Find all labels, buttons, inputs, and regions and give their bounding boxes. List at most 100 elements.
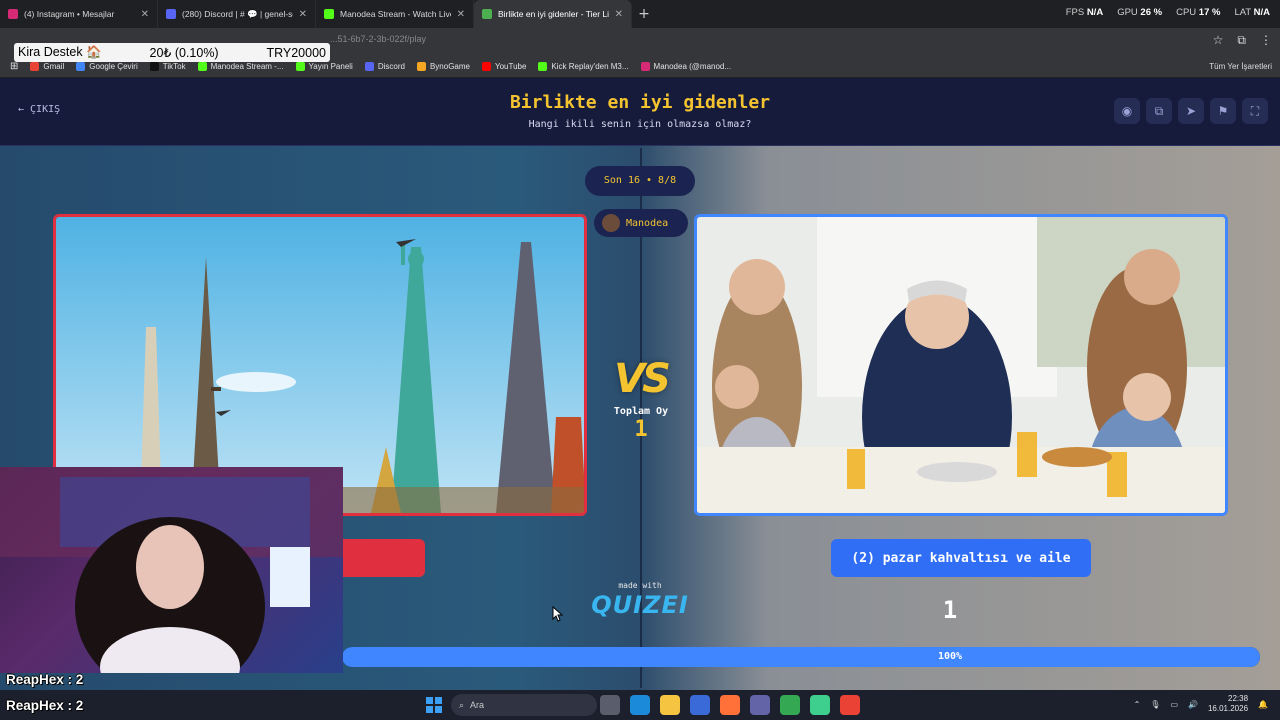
kick-icon (197, 62, 207, 71)
instagram-icon (640, 62, 650, 71)
firefox-icon[interactable] (720, 695, 740, 715)
discord-icon (166, 9, 176, 19)
new-tab-button[interactable]: + (632, 6, 656, 22)
option-card-right[interactable] (694, 214, 1228, 516)
bookmark-youtube[interactable]: YouTube (481, 62, 526, 71)
lat-value: N/A (1253, 7, 1270, 18)
cpu-value: 17 % (1198, 7, 1221, 18)
fps-value: N/A (1086, 7, 1104, 18)
teams-icon[interactable] (750, 695, 770, 715)
all-bookmarks[interactable]: Tüm Yer İşaretleri (1209, 62, 1272, 71)
network-icon[interactable]: ▭ (1170, 700, 1178, 709)
store-icon[interactable] (690, 695, 710, 715)
avatar (602, 214, 620, 232)
notifications-icon[interactable]: 🔔 (1258, 700, 1268, 709)
flag-icon[interactable]: ⚑ (1210, 98, 1236, 124)
clock-time: 22:38 (1228, 694, 1249, 703)
bynogame-icon (416, 62, 426, 71)
tab-discord[interactable]: (280) Discord | # 💬 | genel-soh ✕ (158, 0, 316, 28)
donation-goal: TRY20000 (266, 45, 326, 60)
microphone-icon[interactable]: 🎙 (1150, 700, 1160, 709)
page-subtitle: Hangi ikili senin için olmazsa olmaz? (528, 119, 752, 130)
kick-icon (538, 62, 548, 71)
round-indicator: Son 16 • 8/8 (585, 166, 695, 196)
close-icon[interactable]: ✕ (457, 9, 465, 20)
extensions-icon[interactable]: ⧉ (1237, 33, 1246, 48)
app-icon[interactable] (810, 695, 830, 715)
kick-icon (324, 9, 334, 19)
translate-icon (76, 62, 86, 71)
url-text[interactable]: ...51-6b7-2-3b-022f/play (330, 34, 426, 44)
send-icon[interactable]: ➤ (1178, 98, 1204, 124)
gpu-label: GPU (1117, 7, 1138, 18)
system-tray: ⌃ 🎙 ▭ 🔊 22:38 16.01.2026 🔔 (1134, 694, 1268, 714)
progress-fill (342, 647, 1260, 667)
clock[interactable]: 22:38 16.01.2026 (1208, 694, 1248, 714)
close-icon[interactable]: ✕ (615, 9, 623, 20)
volume-icon[interactable]: 🔊 (1188, 700, 1198, 709)
tab-title: Birlikte en iyi gidenler - Tier List (498, 9, 609, 19)
apps-icon[interactable]: ⊞ (10, 61, 18, 72)
tab-title: (280) Discord | # 💬 | genel-soh (182, 8, 293, 19)
user-name: Manodea (626, 217, 669, 229)
tab-kick[interactable]: Manodea Stream - Watch Live ✕ (316, 0, 474, 28)
option-right-button[interactable]: (2) pazar kahvaltısı ve aile (831, 539, 1091, 577)
streamer-video (0, 467, 343, 673)
mouse-cursor-icon (552, 606, 564, 622)
browser-tabbar: (4) Instagram • Mesajlar ✕ (280) Discord… (0, 0, 1280, 28)
menu-icon[interactable]: ⋮ (1260, 33, 1272, 48)
page-header: ← ÇIKIŞ Birlikte en iyi gidenler Hangi i… (0, 78, 1280, 146)
bookmark-gmail[interactable]: Gmail (30, 62, 64, 71)
vs-block: VS Toplam Oy 1 (596, 356, 686, 442)
lat-label: LAT (1234, 7, 1251, 18)
user-badge: Manodea (594, 209, 688, 237)
vote-progress-bar (342, 647, 1260, 667)
file-explorer-icon[interactable] (660, 695, 680, 715)
star-icon[interactable]: ☆ (1213, 33, 1224, 48)
chrome-icon[interactable] (780, 695, 800, 715)
close-icon[interactable]: ✕ (299, 9, 307, 20)
copy-icon[interactable]: ⧉ (1146, 98, 1172, 124)
edge-icon[interactable] (630, 695, 650, 715)
progress-label: 100% (937, 651, 963, 662)
tiktok-icon (149, 62, 159, 71)
kick-icon (295, 62, 305, 71)
vs-lightning-icon: VS (614, 356, 671, 402)
bookmark-kick-replay[interactable]: Kick Replay'den M3... (538, 62, 629, 71)
bookmark-discord[interactable]: Discord (364, 62, 405, 71)
cpu-label: CPU (1176, 7, 1197, 18)
clock-date: 16.01.2026 (1207, 704, 1249, 713)
page-title: Birlikte en iyi gidenler (509, 92, 771, 113)
donation-goal-overlay: Kira Destek 🏠 20₺ (0.10%) TRY20000 (14, 43, 330, 62)
tab-title: Manodea Stream - Watch Live (340, 9, 451, 19)
bookmark-manodea-stream[interactable]: Manodea Stream -... (197, 62, 284, 71)
fps-label: FPS (1065, 7, 1085, 18)
bookmark-google-translate[interactable]: Google Çeviri (76, 62, 138, 71)
gpu-value: 26 % (1140, 7, 1163, 18)
eye-icon[interactable]: ◉ (1114, 98, 1140, 124)
chevron-up-icon[interactable]: ⌃ (1134, 700, 1141, 709)
youtube-icon (481, 62, 491, 71)
quizei-logo[interactable]: QUIZEI (590, 591, 690, 619)
family-breakfast-image (697, 217, 1225, 513)
donation-amount: 20₺ (0.10%) (149, 46, 219, 60)
fullscreen-icon[interactable]: ⛶ (1242, 98, 1268, 124)
bookmark-instagram[interactable]: Manodea (@manod... (640, 62, 731, 71)
windows-start-icon[interactable] (426, 697, 442, 713)
tab-quizei[interactable]: Birlikte en iyi gidenler - Tier List ✕ (474, 0, 632, 28)
discord-icon (364, 62, 374, 71)
total-votes-label: Toplam Oy (613, 406, 669, 417)
taskbar-search[interactable]: ⌕ Ara (451, 694, 597, 716)
close-icon[interactable]: ✕ (141, 9, 149, 20)
search-icon: ⌕ (459, 699, 465, 710)
task-view-icon[interactable] (600, 695, 620, 715)
bookmark-bynogame[interactable]: BynoGame (416, 62, 470, 71)
tab-instagram[interactable]: (4) Instagram • Mesajlar ✕ (0, 0, 158, 28)
webcam-overlay (0, 467, 343, 673)
bookmark-yayin-paneli[interactable]: Yayın Paneli (295, 62, 353, 71)
instagram-icon (8, 9, 18, 19)
bookmark-tiktok[interactable]: TikTok (149, 62, 186, 71)
donation-name: Kira Destek 🏠 (18, 45, 102, 59)
chrome-active-icon[interactable] (840, 695, 860, 715)
made-with-label: made with (618, 581, 662, 590)
